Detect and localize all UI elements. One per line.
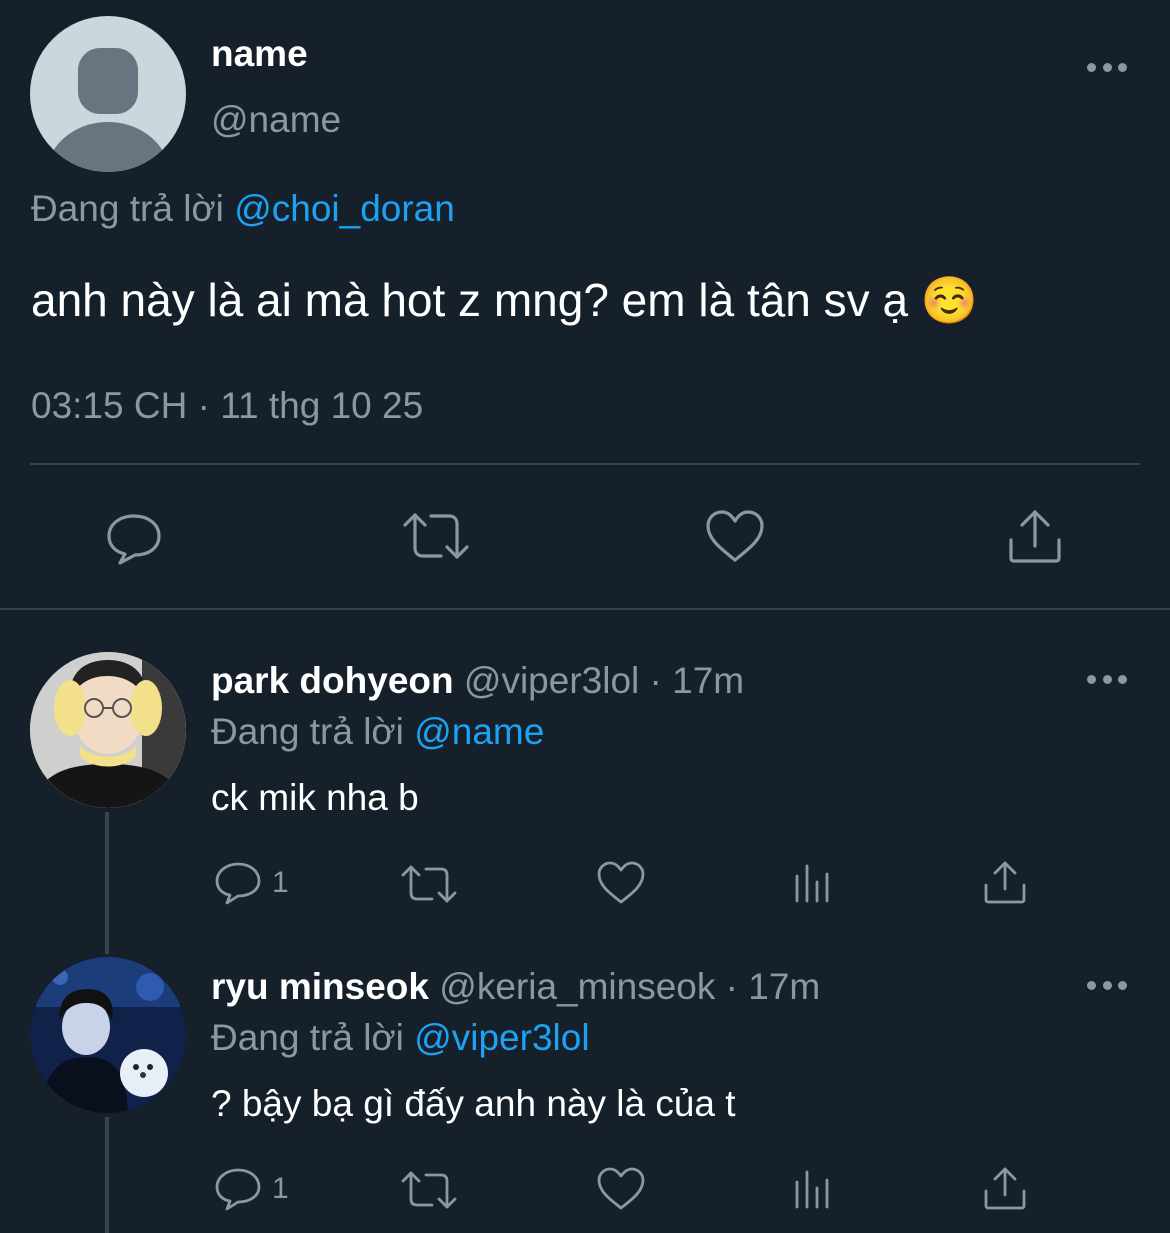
reply-display-name[interactable]: ryu minseok	[211, 966, 429, 1007]
share-icon	[1009, 510, 1061, 563]
reply-button[interactable]: 1	[214, 860, 304, 906]
retweet-button[interactable]	[400, 862, 458, 906]
dot-icon	[1118, 62, 1127, 72]
share-icon	[984, 1167, 1026, 1210]
like-button[interactable]	[705, 508, 765, 566]
divider	[30, 463, 1140, 465]
section-divider	[0, 608, 1170, 610]
more-options-button[interactable]	[1087, 973, 1127, 997]
reply-count: 1	[272, 866, 289, 899]
thread-connector	[105, 1117, 109, 1233]
main-timestamp[interactable]: 03:15 CH · 11 thg 10 25	[31, 385, 423, 427]
user-photo-icon	[30, 957, 186, 1113]
retweet-button[interactable]	[401, 508, 471, 564]
reply-text: ? bậy bạ gì đấy anh này là của t	[211, 1083, 736, 1124]
share-button[interactable]	[982, 1166, 1028, 1212]
dot-icon	[1118, 980, 1127, 990]
like-button[interactable]	[597, 1166, 645, 1212]
replying-prefix: Đang trả lời	[31, 188, 224, 229]
reply-avatar[interactable]	[30, 957, 186, 1113]
default-avatar-icon	[46, 48, 170, 172]
dot-icon	[1102, 62, 1112, 72]
like-icon	[597, 1167, 645, 1210]
replying-to-mention[interactable]: @name	[414, 711, 544, 752]
main-tweet-text: anh này là ai mà hot z mng? em là tân sv…	[31, 274, 979, 326]
reply-icon	[107, 514, 161, 565]
reply-text: ck mik nha b	[211, 777, 419, 818]
thread-connector	[105, 812, 109, 954]
reply-handle[interactable]: @viper3lol	[464, 660, 639, 701]
reply-time: · 17m	[725, 966, 821, 1007]
analytics-button[interactable]	[792, 862, 834, 904]
main-handle[interactable]: @name	[211, 99, 341, 141]
reply-button[interactable]	[104, 508, 164, 568]
like-icon	[706, 510, 764, 562]
reply-display-name[interactable]: park dohyeon	[211, 660, 454, 701]
dot-icon	[1087, 674, 1096, 684]
reply-avatar[interactable]	[30, 652, 186, 808]
like-button[interactable]	[597, 860, 645, 906]
replying-prefix: Đang trả lời	[211, 1017, 404, 1058]
replying-to-line: Đang trả lời @viper3lol	[211, 1017, 590, 1059]
reply-handle[interactable]: @keria_minseok	[439, 966, 715, 1007]
replying-to-mention[interactable]: @viper3lol	[414, 1017, 589, 1058]
more-options-button[interactable]	[1087, 55, 1127, 79]
share-button[interactable]	[982, 860, 1028, 906]
share-icon	[984, 861, 1026, 904]
user-photo-icon	[30, 652, 186, 808]
dot-icon	[1087, 980, 1096, 990]
replying-to-line: Đang trả lời @name	[211, 711, 544, 753]
dot-icon	[1102, 980, 1112, 990]
reply-icon	[215, 862, 261, 905]
reply-button[interactable]: 1	[214, 1166, 304, 1212]
share-button[interactable]	[1005, 508, 1065, 566]
reply-icon	[215, 1168, 261, 1211]
analytics-icon	[795, 1170, 829, 1209]
like-icon	[597, 861, 645, 904]
analytics-icon	[795, 864, 829, 903]
reply-header: ryu minseok @keria_minseok · 17m	[211, 966, 820, 1008]
retweet-icon	[401, 1171, 457, 1209]
retweet-icon	[403, 513, 469, 559]
retweet-icon	[401, 865, 457, 903]
dot-icon	[1102, 674, 1112, 684]
replying-to-mention[interactable]: @choi_doran	[234, 188, 455, 229]
replying-to-line: Đang trả lời @choi_doran	[31, 188, 455, 230]
reply-time: · 17m	[649, 660, 745, 701]
main-avatar[interactable]	[30, 16, 186, 172]
reply-count: 1	[272, 1172, 289, 1205]
main-display-name[interactable]: name	[211, 33, 308, 75]
dot-icon	[1087, 62, 1096, 72]
more-options-button[interactable]	[1087, 667, 1127, 691]
reply-header: park dohyeon @viper3lol · 17m	[211, 660, 744, 702]
retweet-button[interactable]	[400, 1168, 458, 1212]
analytics-button[interactable]	[792, 1168, 834, 1210]
replying-prefix: Đang trả lời	[211, 711, 404, 752]
dot-icon	[1118, 674, 1127, 684]
